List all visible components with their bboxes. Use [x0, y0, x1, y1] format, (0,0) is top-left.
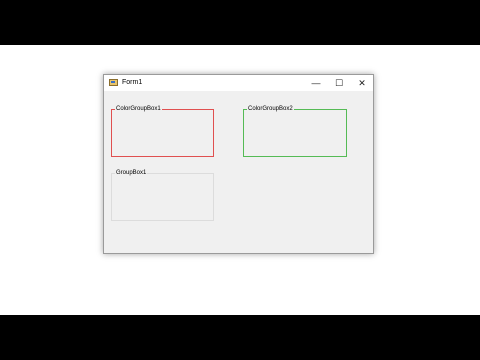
window-title: Form1: [122, 79, 143, 86]
form-window: Form1 — ☐ ✕ ColorGroupBox1 ColorGroupBox…: [103, 74, 374, 254]
minimize-button[interactable]: —: [305, 75, 327, 91]
group-box-1: GroupBox1: [111, 169, 214, 221]
form-client-area: ColorGroupBox1 ColorGroupBox2 GroupBox1: [104, 91, 373, 253]
color-group-box-1: ColorGroupBox1: [111, 105, 214, 157]
letterbox-bottom: [0, 315, 480, 360]
title-bar[interactable]: Form1 — ☐ ✕: [104, 75, 373, 91]
app-icon: [109, 79, 118, 86]
groupbox-label: ColorGroupBox1: [115, 105, 162, 113]
groupbox-label: GroupBox1: [115, 169, 148, 177]
close-button[interactable]: ✕: [351, 75, 373, 91]
groupbox-label: ColorGroupBox2: [247, 105, 294, 113]
maximize-button[interactable]: ☐: [328, 75, 350, 91]
color-group-box-2: ColorGroupBox2: [243, 105, 347, 157]
letterbox-top: [0, 0, 480, 45]
